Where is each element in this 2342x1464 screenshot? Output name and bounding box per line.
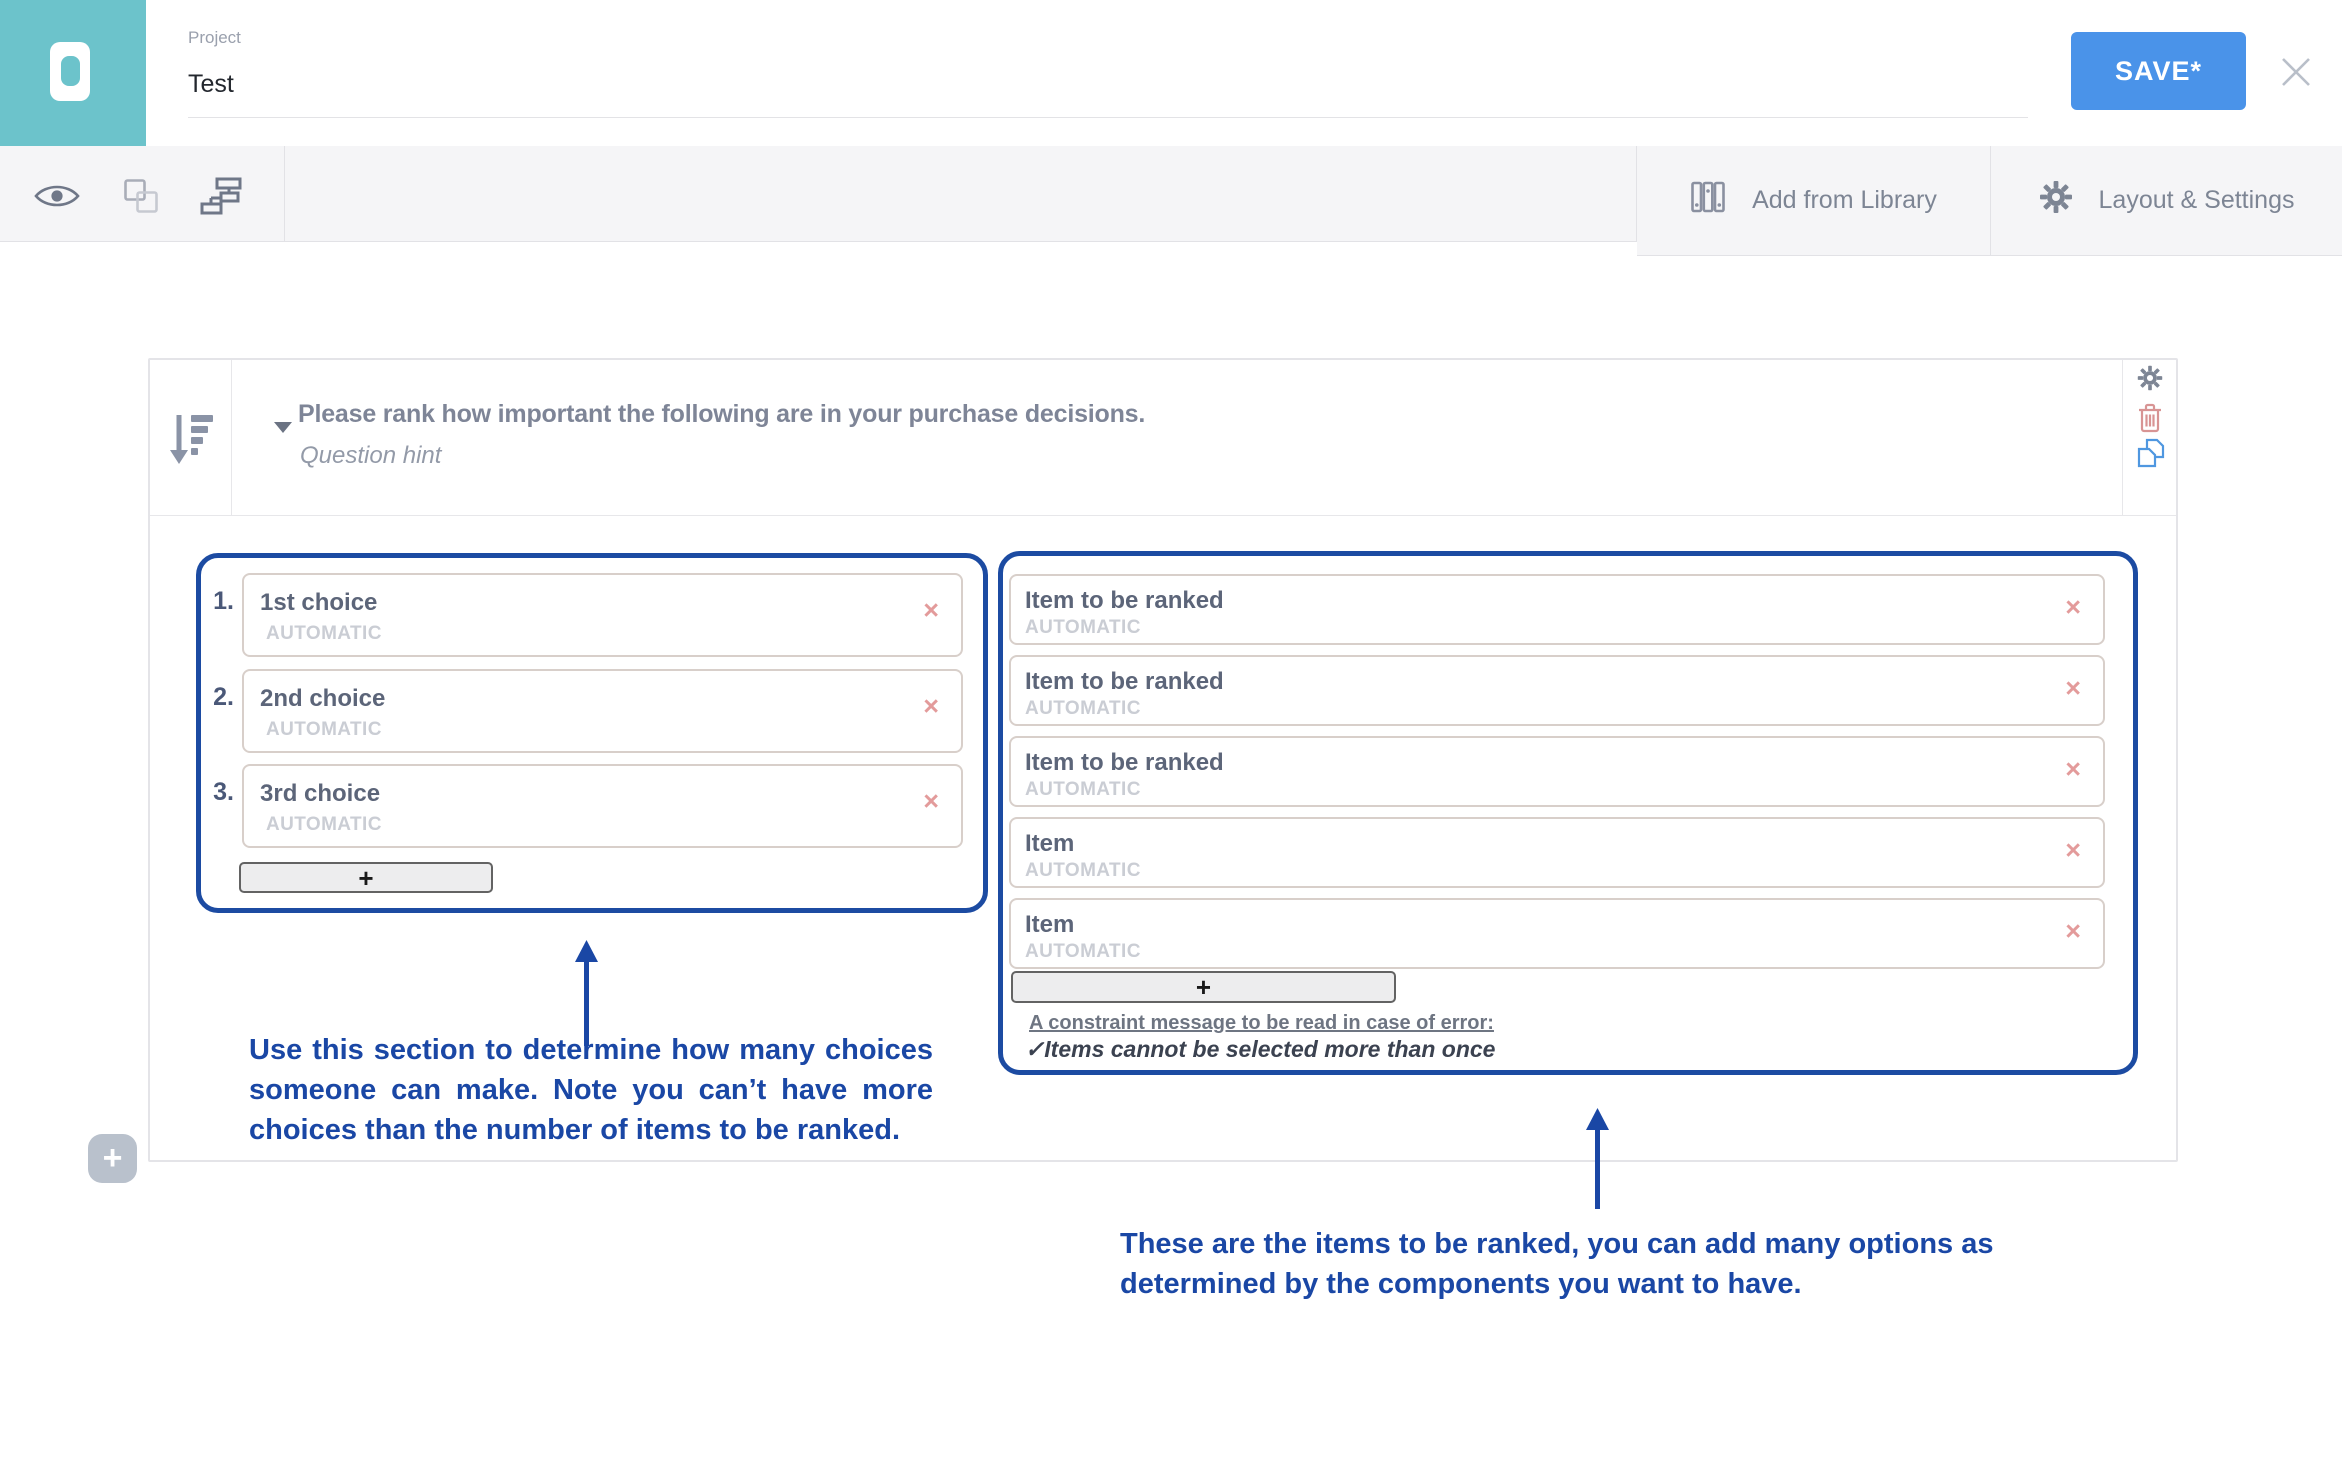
remove-item-icon[interactable]: ×	[2065, 837, 2081, 864]
duplicate-icon[interactable]	[118, 176, 164, 216]
item-automatic-tag: AUTOMATIC	[1025, 779, 1141, 801]
project-name-input[interactable]: Test	[188, 70, 234, 99]
choice-field[interactable]: 2nd choice AUTOMATIC ×	[242, 669, 963, 753]
choice-rank-number: 3.	[201, 778, 234, 807]
annotation-text-left: Use this section to determine how many c…	[249, 1030, 933, 1150]
annotation-arrow-right	[1581, 1108, 1614, 1209]
add-from-library-button[interactable]: Add from Library	[1637, 146, 1990, 255]
item-label: Item	[1025, 911, 1074, 939]
item-automatic-tag: AUTOMATIC	[1025, 941, 1141, 963]
choice-label: 2nd choice	[260, 685, 385, 713]
settings-gear-icon	[2039, 180, 2073, 221]
close-icon[interactable]	[2280, 56, 2312, 88]
library-icon	[1690, 179, 1726, 222]
toolbar-right: Add from Library Layout & Settings	[1637, 146, 2342, 256]
app-logo	[0, 0, 146, 146]
choice-rank-number: 2.	[201, 683, 234, 712]
choice-automatic-tag: AUTOMATIC	[266, 719, 382, 741]
items-panel: Item to be ranked AUTOMATIC × Item to be…	[998, 551, 2138, 1075]
question-settings-gear-icon[interactable]	[2137, 365, 2163, 395]
item-field[interactable]: Item to be ranked AUTOMATIC ×	[1009, 736, 2105, 807]
choice-label: 1st choice	[260, 589, 377, 617]
question-header-divider	[150, 515, 2176, 516]
save-button[interactable]: SAVE*	[2071, 32, 2246, 110]
delete-question-trash-icon[interactable]	[2137, 403, 2163, 433]
toolbar-divider	[284, 146, 285, 242]
item-automatic-tag: AUTOMATIC	[1025, 698, 1141, 720]
choices-panel: 1. 1st choice AUTOMATIC × 2. 2nd choice …	[196, 553, 988, 913]
remove-choice-icon[interactable]: ×	[923, 693, 939, 720]
collapse-question-icon[interactable]	[274, 422, 292, 433]
duplicate-question-copy-icon[interactable]	[2137, 438, 2163, 468]
constraint-message-text: ✓Items cannot be selected more than once	[1025, 1036, 1495, 1063]
constraint-message-heading[interactable]: A constraint message to be read in case …	[1029, 1012, 1494, 1035]
add-item-button[interactable]: +	[1011, 971, 1396, 1003]
choice-field[interactable]: 3rd choice AUTOMATIC ×	[242, 764, 963, 848]
item-field[interactable]: Item to be ranked AUTOMATIC ×	[1009, 574, 2105, 645]
add-from-library-label: Add from Library	[1752, 186, 1937, 215]
remove-item-icon[interactable]: ×	[2065, 918, 2081, 945]
item-label: Item to be ranked	[1025, 587, 1224, 615]
app-logo-icon	[50, 42, 90, 101]
ranking-question-type-icon	[167, 410, 215, 471]
toolbar	[0, 146, 1637, 242]
item-label: Item to be ranked	[1025, 749, 1224, 777]
remove-choice-icon[interactable]: ×	[923, 597, 939, 624]
choice-row: 2. 2nd choice AUTOMATIC ×	[201, 669, 983, 753]
choice-rank-number: 1.	[201, 587, 234, 616]
choice-row: 3. 3rd choice AUTOMATIC ×	[201, 764, 983, 848]
choice-automatic-tag: AUTOMATIC	[266, 814, 382, 836]
choice-field[interactable]: 1st choice AUTOMATIC ×	[242, 573, 963, 657]
choice-label: 3rd choice	[260, 780, 380, 808]
add-question-block-button[interactable]: +	[88, 1134, 137, 1183]
remove-item-icon[interactable]: ×	[2065, 675, 2081, 702]
item-field[interactable]: Item AUTOMATIC ×	[1009, 898, 2105, 969]
remove-item-icon[interactable]: ×	[2065, 756, 2081, 783]
layout-settings-label: Layout & Settings	[2099, 186, 2295, 215]
choice-automatic-tag: AUTOMATIC	[266, 623, 382, 645]
preview-eye-icon[interactable]	[34, 176, 80, 216]
question-title[interactable]: Please rank how important the following …	[298, 400, 1145, 429]
remove-item-icon[interactable]: ×	[2065, 594, 2081, 621]
item-label: Item to be ranked	[1025, 668, 1224, 696]
annotation-text-right: These are the items to be ranked, you ca…	[1120, 1224, 2050, 1304]
app-window: Project Test SAVE* Add from Library	[0, 0, 2342, 1464]
remove-choice-icon[interactable]: ×	[923, 788, 939, 815]
add-choice-button[interactable]: +	[239, 862, 493, 893]
item-automatic-tag: AUTOMATIC	[1025, 617, 1141, 639]
actions-cell-divider	[2122, 360, 2123, 515]
question-hint[interactable]: Question hint	[300, 442, 441, 470]
choice-row: 1. 1st choice AUTOMATIC ×	[201, 573, 983, 657]
item-field[interactable]: Item AUTOMATIC ×	[1009, 817, 2105, 888]
item-automatic-tag: AUTOMATIC	[1025, 860, 1141, 882]
layout-settings-button[interactable]: Layout & Settings	[1990, 146, 2342, 255]
flow-logic-icon[interactable]	[198, 176, 244, 216]
project-field-label: Project	[188, 28, 241, 48]
item-label: Item	[1025, 830, 1074, 858]
type-cell-divider	[231, 360, 232, 515]
item-field[interactable]: Item to be ranked AUTOMATIC ×	[1009, 655, 2105, 726]
project-input-underline	[188, 117, 2028, 118]
